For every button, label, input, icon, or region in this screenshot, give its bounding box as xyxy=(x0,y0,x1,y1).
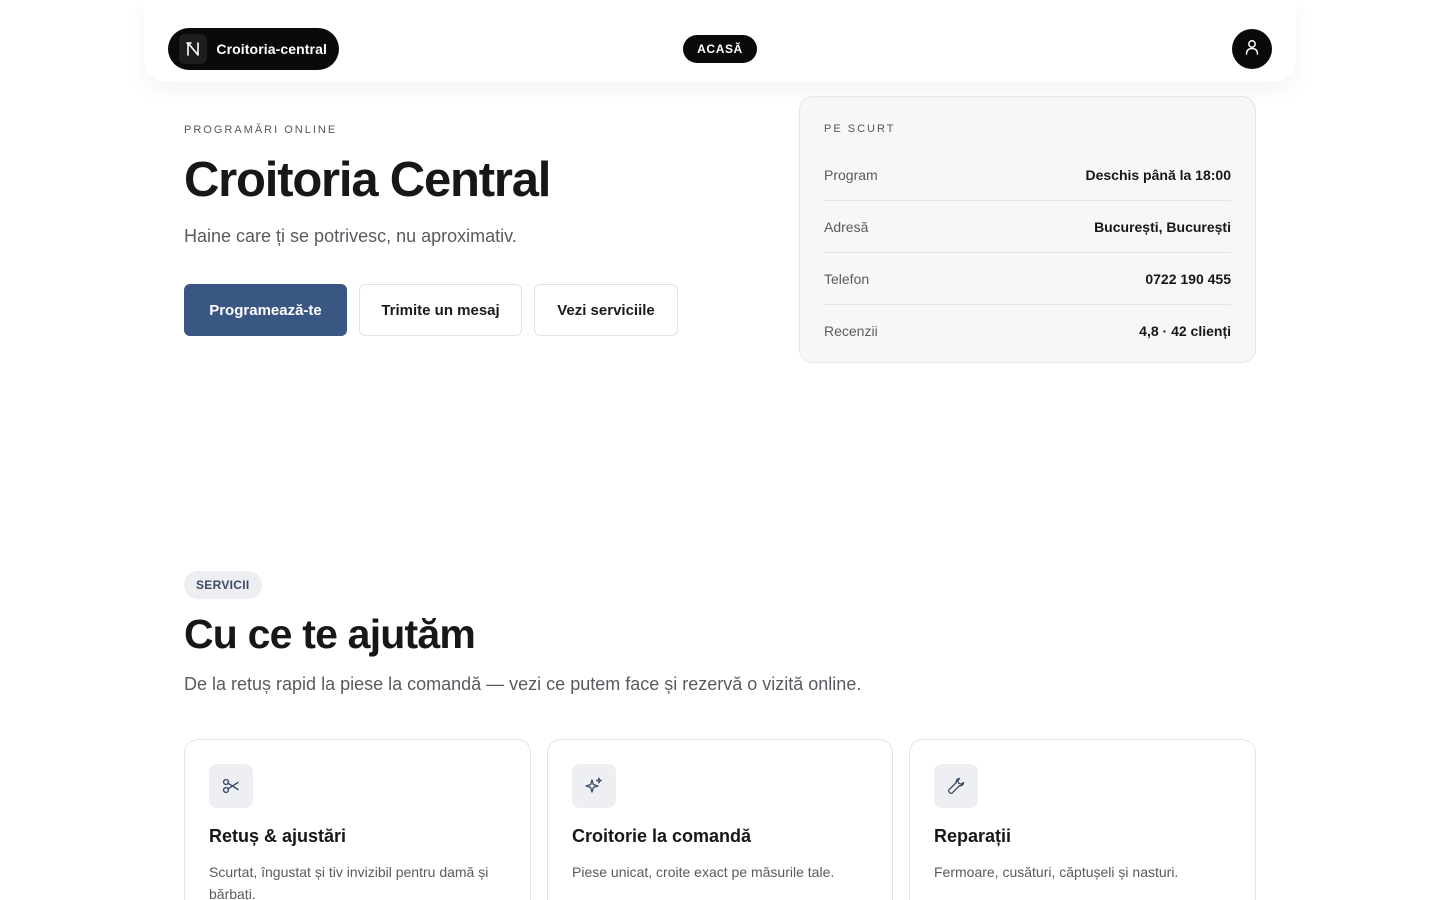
scissors-icon xyxy=(209,764,253,808)
logo-icon xyxy=(179,34,208,64)
nav-home-link[interactable]: ACASĂ xyxy=(683,35,757,63)
book-appointment-button[interactable]: Programează-te xyxy=(184,284,347,336)
hero-eyebrow: PROGRAMĂRI ONLINE xyxy=(184,124,338,136)
brand-name: Croitoria-central xyxy=(216,41,327,57)
info-eyebrow: PE SCURT xyxy=(824,123,896,135)
info-row-program: Program Deschis până la 18:00 xyxy=(824,149,1231,201)
services-badge: SERVICII xyxy=(184,571,262,599)
top-navbar: Croitoria-central ACASĂ xyxy=(144,0,1296,82)
send-message-button[interactable]: Trimite un mesaj xyxy=(359,284,522,336)
quick-info-card: PE SCURT Program Deschis până la 18:00 A… xyxy=(799,96,1256,363)
hero-cta-group: Programează-te Trimite un mesaj Vezi ser… xyxy=(184,284,678,336)
info-label: Program xyxy=(824,166,878,183)
service-description: Piese unicat, croite exact pe măsurile t… xyxy=(572,864,835,880)
info-row-address: Adresă București, București xyxy=(824,201,1231,253)
hero-subtitle: Haine care ți se potrivesc, nu aproximat… xyxy=(184,226,517,246)
info-value: 0722 190 455 xyxy=(1145,270,1231,287)
service-card-repairs[interactable]: Reparații Fermoare, cusături, căptușeli … xyxy=(909,739,1256,900)
brand-link[interactable]: Croitoria-central xyxy=(168,28,339,70)
account-button[interactable] xyxy=(1232,29,1272,69)
page-title: Croitoria Central xyxy=(184,153,551,207)
info-label: Adresă xyxy=(824,218,869,235)
service-card-custom-tailoring[interactable]: Croitorie la comandă Piese unicat, croit… xyxy=(547,739,893,900)
service-description: Scurtat, îngustat și tiv invizibil pentr… xyxy=(209,864,489,900)
user-icon xyxy=(1243,38,1261,61)
services-subtitle: De la retuș rapid la piese la comandă — … xyxy=(184,674,862,694)
info-value: 4,8 · 42 clienți xyxy=(1139,323,1231,339)
services-grid: Retuș & ajustări Scurtat, îngustat și ti… xyxy=(184,739,1256,900)
wrench-icon xyxy=(934,764,978,808)
sparkles-icon xyxy=(572,764,616,808)
info-label: Recenzii xyxy=(824,323,878,339)
service-description: Fermoare, cusături, căptușeli și nasturi… xyxy=(934,864,1179,880)
info-value: București, București xyxy=(1094,218,1231,235)
info-row-phone: Telefon 0722 190 455 xyxy=(824,253,1231,305)
service-card-alterations[interactable]: Retuș & ajustări Scurtat, îngustat și ti… xyxy=(184,739,531,900)
view-services-button[interactable]: Vezi serviciile xyxy=(534,284,678,336)
service-title: Retuș & ajustări xyxy=(209,826,347,846)
services-title: Cu ce te ajutăm xyxy=(184,611,476,657)
service-title: Reparații xyxy=(934,826,1012,846)
info-label: Telefon xyxy=(824,270,870,287)
info-row-reviews: Recenzii 4,8 · 42 clienți xyxy=(824,305,1231,357)
info-value: Deschis până la 18:00 xyxy=(1085,166,1231,183)
service-title: Croitorie la comandă xyxy=(572,826,752,846)
